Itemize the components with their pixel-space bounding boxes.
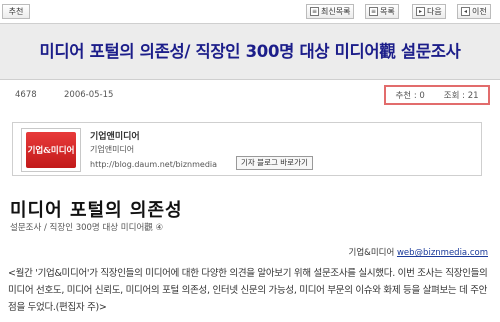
- next-label: 다음: [427, 7, 442, 16]
- article-body: <월간 '기업&미디어'가 직장인들의 미디어에 대한 다양한 의견을 알아보기…: [8, 268, 488, 313]
- blogger-logo[interactable]: 기업&미디어: [21, 128, 81, 172]
- blogger-url[interactable]: http://blog.daum.net/biznmedia: [90, 160, 217, 169]
- view-count: 조회 : 21: [443, 91, 479, 101]
- list-icon: ≡: [310, 7, 319, 16]
- byline-email-link[interactable]: web@biznmedia.com: [397, 248, 488, 258]
- prev-button[interactable]: ◂ 이전: [457, 4, 491, 19]
- article-subtitle: 설문조사 / 직장인 300명 대상 미디어觀 ④: [10, 223, 164, 233]
- recommend-button[interactable]: 추천: [2, 4, 30, 19]
- toolbar: 추천 ≡ 최신목록 ≡ 목록 ▸ 다음 ◂ 이전: [0, 0, 500, 22]
- list-icon: ≡: [369, 7, 378, 16]
- article-title: 미디어 포털의 의존성: [10, 200, 183, 221]
- next-icon: ▸: [416, 7, 425, 16]
- article-number: 4678: [15, 90, 37, 100]
- page-title: 미디어 포털의 의존성/ 직장인 300명 대상 미디어觀 설문조사: [39, 41, 461, 61]
- latest-list-label: 최신목록: [321, 7, 351, 16]
- blogger-card: 기업&미디어 기업앤미디어 기업앤미디어 http://blog.daum.ne…: [12, 122, 482, 176]
- latest-list-button[interactable]: ≡ 최신목록: [306, 4, 355, 19]
- prev-icon: ◂: [461, 7, 470, 16]
- list-label: 목록: [380, 7, 395, 16]
- blogger-description: 기업앤미디어: [90, 145, 135, 154]
- recommend-count: 추천 : 0: [395, 91, 425, 101]
- headline-box: 미디어 포털의 의존성/ 직장인 300명 대상 미디어觀 설문조사: [0, 23, 500, 80]
- article-date: 2006-05-15: [64, 90, 114, 100]
- prev-label: 이전: [472, 7, 487, 16]
- next-button[interactable]: ▸ 다음: [412, 4, 446, 19]
- article-meta: 4678 2006-05-15 추천 : 0 조회 : 21: [0, 85, 500, 105]
- blog-link-button[interactable]: 기자 블로그 바로가기: [236, 156, 313, 170]
- stats-box: 추천 : 0 조회 : 21: [384, 85, 490, 105]
- list-button[interactable]: ≡ 목록: [365, 4, 399, 19]
- logo-text: 기업&미디어: [26, 132, 76, 168]
- blogger-name: 기업앤미디어: [90, 132, 140, 142]
- byline-author: 기업&미디어: [348, 248, 395, 258]
- byline: 기업&미디어 web@biznmedia.com: [349, 246, 488, 258]
